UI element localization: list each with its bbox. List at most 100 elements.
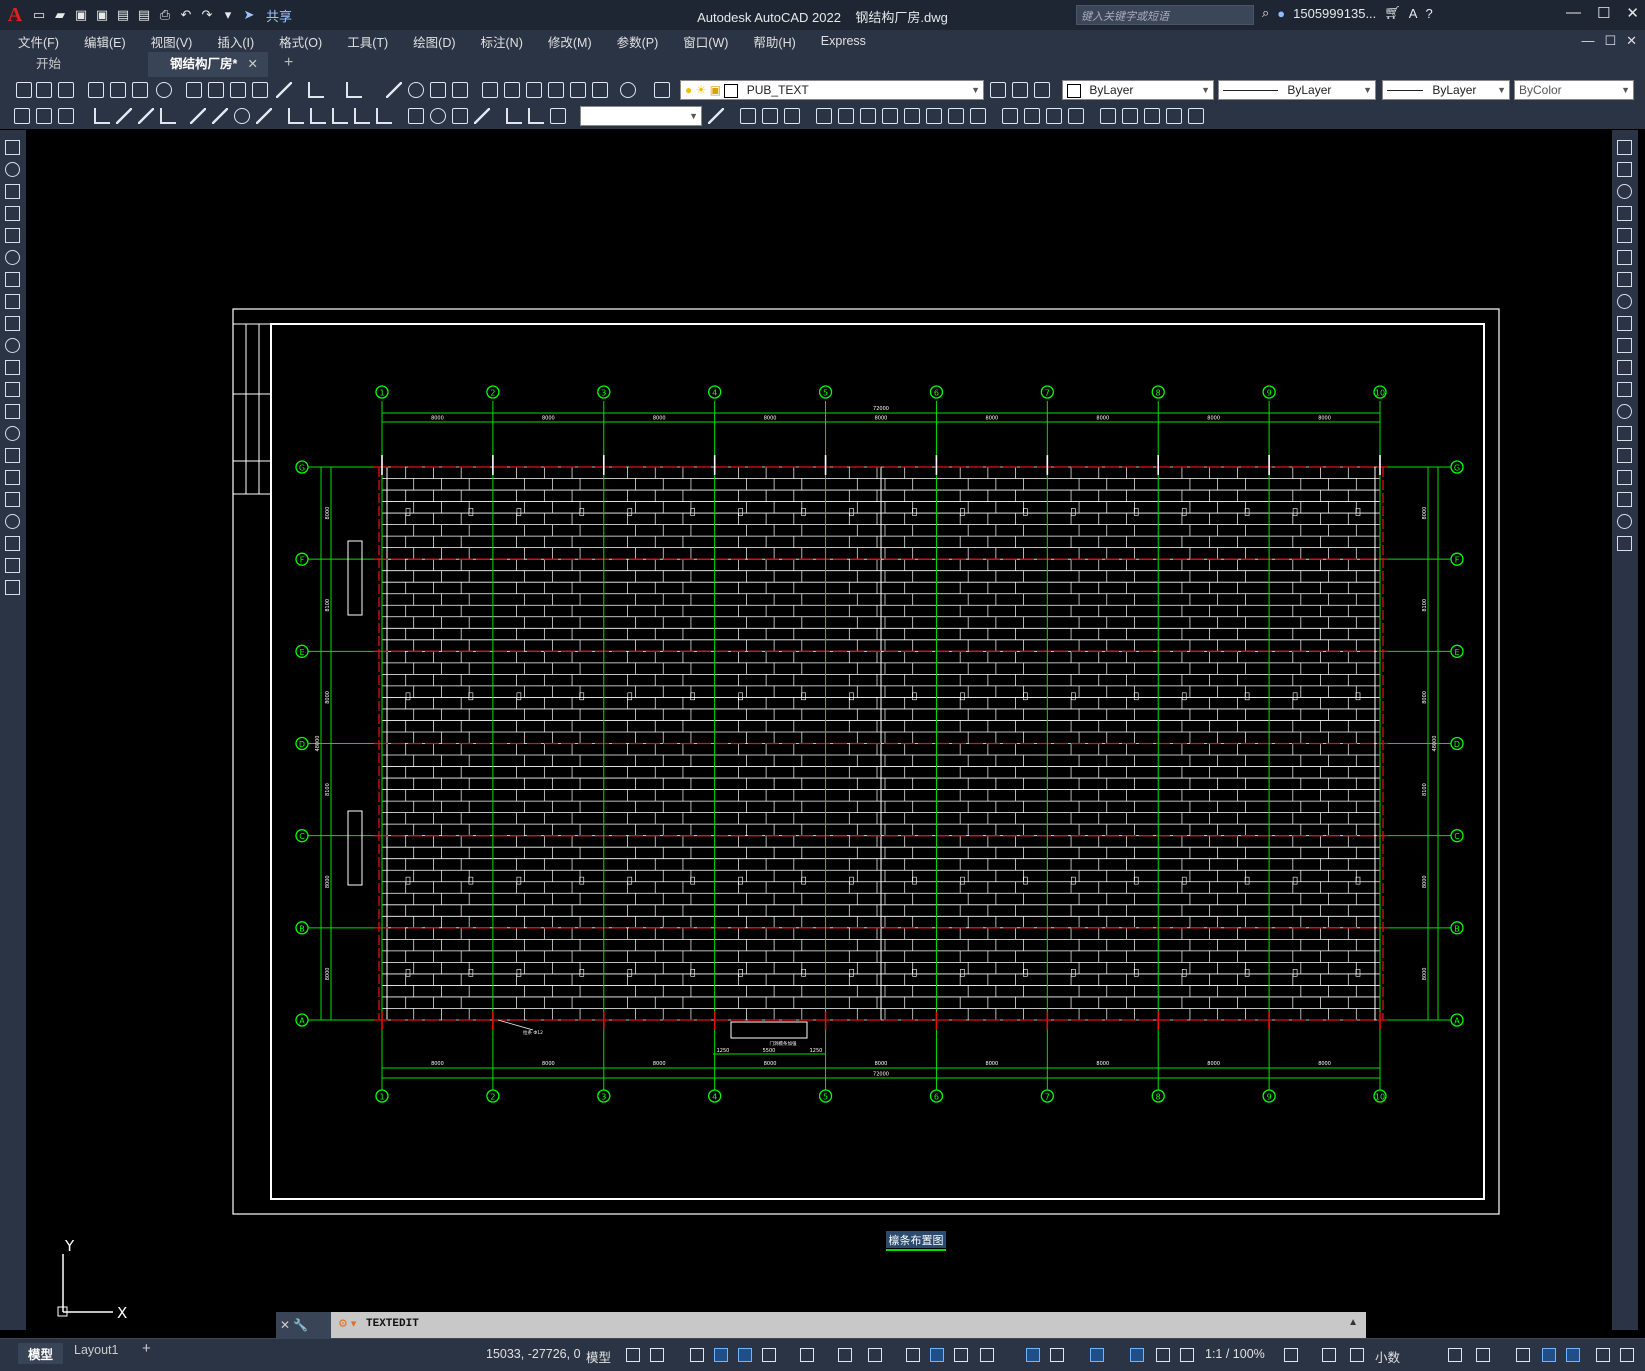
transparency-icon[interactable] [930,1348,944,1362]
draw-tool-icon-2[interactable] [5,162,20,177]
cursor-coordinates[interactable]: 15033, -27726, 0 [486,1347,581,1361]
autocad-logo-icon[interactable]: A [4,4,26,26]
cut-icon[interactable] [186,82,202,98]
modify-tool-icon-9[interactable] [1617,316,1632,331]
dim-edit-icon[interactable] [506,108,522,124]
draw-tool-icon-3[interactable] [5,184,20,199]
draw-tool-icon-14[interactable] [5,426,20,441]
hardware-acceleration-icon[interactable] [1542,1348,1556,1362]
menu-parametric[interactable]: 参数(P) [617,32,659,51]
help-tool-icon[interactable] [620,82,636,98]
draw-tool-icon-21[interactable] [5,580,20,595]
menu-tools[interactable]: 工具(T) [347,32,388,51]
linetype-dropdown[interactable]: ByLayer ▼ [1218,80,1376,100]
modify-icon-6[interactable] [860,108,876,124]
share-icon[interactable]: ➤ [241,7,257,23]
object-snap-tracking-icon[interactable] [838,1348,852,1362]
angular-dim-icon[interactable] [256,108,272,124]
copy-icon[interactable] [208,82,224,98]
new-tab-button[interactable]: + [284,54,293,72]
match-properties-icon[interactable] [252,82,268,98]
properties-icon[interactable] [482,82,498,98]
quick-properties-icon[interactable] [1448,1348,1462,1362]
modify-icon-16[interactable] [1100,108,1116,124]
draw-tool-icon-19[interactable] [5,536,20,551]
jogged-dim-icon[interactable] [212,108,228,124]
modify-icon-17[interactable] [1122,108,1138,124]
radius-dim-icon[interactable] [190,108,206,124]
modify-tool-icon-5[interactable] [1617,228,1632,243]
menu-format[interactable]: 格式(O) [279,32,322,51]
zoom-previous-icon[interactable] [452,82,468,98]
tolerance-icon[interactable] [408,108,424,124]
cart-icon[interactable]: 🛒︎ [1384,5,1401,21]
inspection-icon[interactable] [452,108,468,124]
markup-icon[interactable] [570,82,586,98]
calculator-icon[interactable] [592,82,608,98]
command-line-handle[interactable]: ✕ 🔧 [276,1312,331,1338]
tab-document[interactable]: 钢结构厂房* ✕ [148,52,268,77]
drawing-canvas[interactable]: 1 1 2 2 3 3 4 4 5 5 6 6 7 7 8 8 9 9 10 10 72000 8000 8000 8000 8… [33,131,1609,1314]
modify-icon-10[interactable] [948,108,964,124]
menu-view[interactable]: 视图(V) [151,32,193,51]
layer-states-icon[interactable] [1034,82,1050,98]
linear-dim-icon[interactable] [94,108,110,124]
aligned-dim-icon[interactable] [116,108,132,124]
print-icon[interactable] [88,82,104,98]
save-as-icon[interactable]: ▣ [94,7,110,23]
selection-filter-icon[interactable] [1050,1348,1064,1362]
units-dropdown[interactable]: 小数 [1375,1347,1400,1366]
draw-tool-icon-4[interactable] [5,206,20,221]
menu-edit[interactable]: 编辑(E) [84,32,126,51]
draw-tool-icon-12[interactable] [5,382,20,397]
search-icon[interactable]: ⌕ [1262,5,1269,21]
doc-restore-button[interactable]: ☐ [1604,33,1616,49]
ortho-icon[interactable] [738,1348,752,1362]
modify-tool-icon-17[interactable] [1617,492,1632,507]
minimize-button[interactable]: — [1566,4,1581,22]
layout-tab-layout1[interactable]: Layout1 [74,1343,118,1357]
share-button[interactable]: 共享 [266,6,292,25]
3d-print-icon[interactable] [156,82,172,98]
dim-style-icon[interactable] [708,108,724,124]
dim-break-icon[interactable] [376,108,392,124]
modify-tool-icon-4[interactable] [1617,206,1632,221]
pan-icon[interactable] [386,82,402,98]
quick-dim-icon[interactable] [288,108,304,124]
jogged-linear-icon[interactable] [474,108,490,124]
block-editor-icon[interactable] [276,82,292,98]
draw-tool-icon-15[interactable] [5,448,20,463]
modify-tool-icon-1[interactable] [1617,140,1632,155]
ordinate-dim-icon[interactable] [160,108,176,124]
modify-icon-18[interactable] [1144,108,1160,124]
menu-help[interactable]: 帮助(H) [753,32,795,51]
annotation-scale-icon[interactable] [1180,1348,1194,1362]
infer-constraints-icon[interactable] [690,1348,704,1362]
annotation-monitor-icon[interactable] [1322,1348,1336,1362]
graphics-performance-icon[interactable] [1566,1348,1580,1362]
modify-icon-19[interactable] [1166,108,1182,124]
command-history-chevron-icon[interactable]: ▲ [1348,1317,1358,1328]
layer-dropdown[interactable]: ● ☀ ▣ PUB_TEXT ▼ [680,80,984,100]
modify-icon-13[interactable] [1024,108,1040,124]
save-icon[interactable]: ▣ [73,7,89,23]
dynamic-input-icon[interactable] [714,1348,728,1362]
3d-osnap-icon[interactable] [980,1348,994,1362]
modify-tool-icon-18[interactable] [1617,514,1632,529]
menu-window[interactable]: 窗口(W) [683,32,728,51]
close-button[interactable]: ✕ [1626,4,1639,22]
baseline-dim-icon[interactable] [310,108,326,124]
open-web-icon[interactable]: ▤ [115,7,131,23]
continue-dim-icon[interactable] [332,108,348,124]
plot-preview-icon[interactable] [110,82,126,98]
modify-tool-icon-14[interactable] [1617,426,1632,441]
open-icon[interactable]: ▰ [52,7,68,23]
customize-qa-icon[interactable]: ▾ [220,7,236,23]
modify-icon-2[interactable] [762,108,778,124]
autodesk-app-icon[interactable]: A [1409,6,1418,21]
user-icon[interactable]: ● [1277,6,1285,21]
plotstyle-dropdown[interactable]: ByColor ▼ [1514,80,1634,100]
lineweight-icon[interactable] [906,1348,920,1362]
workspace-gear-icon[interactable] [1284,1348,1298,1362]
model-space-button[interactable]: 模型 [586,1347,611,1366]
